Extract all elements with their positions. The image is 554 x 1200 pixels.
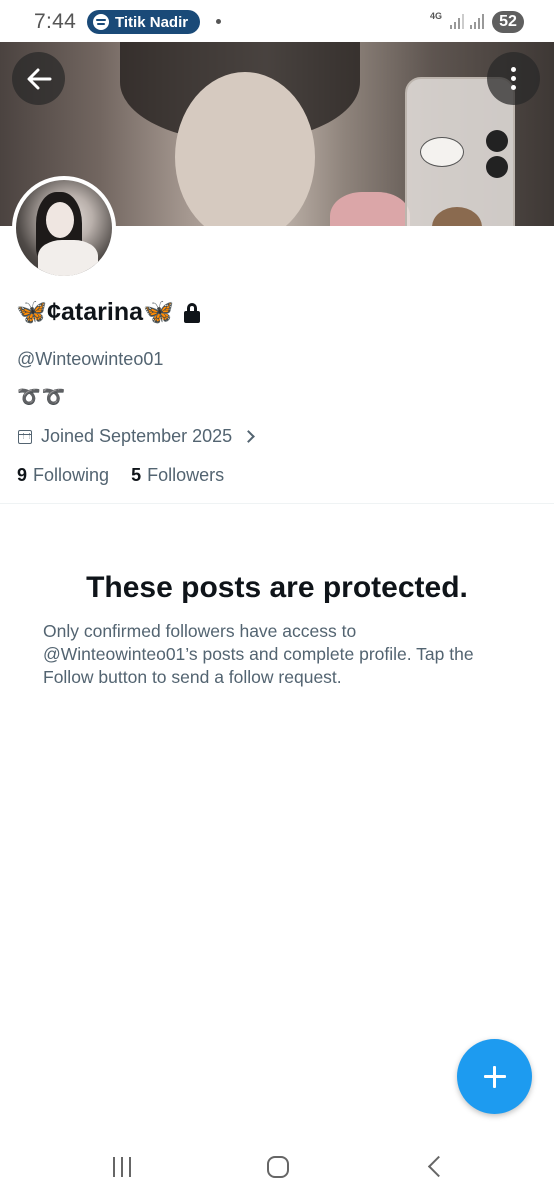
status-bar: 7:44 Titik Nadir 4G 52 bbox=[0, 0, 554, 42]
lock-icon bbox=[184, 302, 201, 323]
follow-stats: 9 Following 5 Followers bbox=[17, 465, 246, 486]
following-count: 9 bbox=[17, 465, 28, 485]
followers-label: Followers bbox=[147, 465, 225, 485]
signal-icon-sim2 bbox=[470, 14, 484, 29]
followers-count: 5 bbox=[131, 465, 142, 485]
following-label: Following bbox=[33, 465, 110, 485]
network-type: 4G bbox=[430, 11, 443, 21]
following-link[interactable]: 9 Following bbox=[17, 465, 109, 486]
system-back-button[interactable] bbox=[427, 1155, 450, 1178]
profile-bio: ➰➰ bbox=[17, 387, 67, 408]
notification-dot-icon bbox=[216, 19, 221, 24]
display-name: 🦋¢atarina🦋 bbox=[16, 298, 175, 326]
avatar[interactable] bbox=[12, 176, 116, 280]
more-options-button[interactable] bbox=[487, 52, 540, 105]
calendar-icon bbox=[18, 429, 32, 444]
profile-name-row: 🦋¢atarina🦋 bbox=[16, 298, 201, 327]
divider bbox=[0, 503, 554, 504]
compose-fab-plus-icon[interactable] bbox=[457, 1039, 532, 1114]
battery-icon: 52 bbox=[492, 11, 524, 33]
spotify-icon bbox=[93, 14, 109, 30]
joined-date-row[interactable]: Joined September 2025 bbox=[18, 426, 256, 447]
protected-description: Only confirmed followers have access to … bbox=[43, 621, 474, 687]
more-vertical-icon bbox=[511, 67, 516, 90]
chevron-right-icon bbox=[242, 430, 256, 443]
joined-date: Joined September 2025 bbox=[41, 426, 233, 446]
profile-handle: @Winteowinteo01 bbox=[17, 349, 164, 369]
home-button[interactable] bbox=[267, 1156, 289, 1178]
arrow-left-icon bbox=[27, 68, 51, 89]
status-time: 7:44 bbox=[34, 10, 77, 33]
spotify-track-label: Titik Nadir bbox=[115, 13, 189, 31]
spotify-now-playing-chip[interactable]: Titik Nadir bbox=[87, 10, 201, 34]
recents-button[interactable] bbox=[113, 1157, 131, 1177]
system-navigation-bar bbox=[0, 1135, 554, 1200]
signal-icon-sim1 bbox=[450, 14, 464, 29]
back-button[interactable] bbox=[12, 52, 65, 105]
followers-link[interactable]: 5 Followers bbox=[131, 465, 224, 486]
protected-title: These posts are protected. bbox=[86, 571, 468, 604]
